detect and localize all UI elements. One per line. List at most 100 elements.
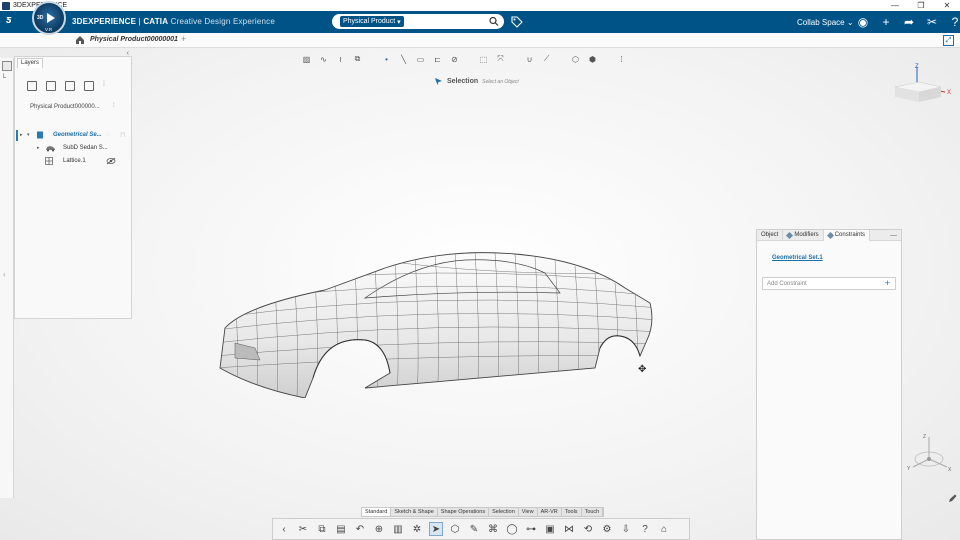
- geometry-link[interactable]: Geometrical Set.1: [772, 255, 823, 261]
- add-constraint-field[interactable]: Add Constraint +: [762, 277, 896, 290]
- visibility-icon[interactable]: ◌: [106, 131, 116, 139]
- tab-shape-operations[interactable]: Shape Operations: [438, 508, 490, 516]
- os-title-bar: 3DEXPERIENCE — ❐ ✕: [0, 0, 960, 11]
- settings-icon[interactable]: ⚙: [600, 522, 614, 536]
- select-box-icon[interactable]: ⬚: [477, 53, 490, 65]
- pen-icon[interactable]: [948, 494, 957, 503]
- home-icon[interactable]: [75, 35, 85, 45]
- tab-constraints[interactable]: Constraints: [823, 229, 871, 241]
- tab-selection[interactable]: Selection: [489, 508, 519, 516]
- cube-icon[interactable]: ⬡: [448, 522, 462, 536]
- search-context-tag[interactable]: Physical Product ▾: [340, 16, 404, 27]
- share-icon[interactable]: ➦: [902, 15, 916, 29]
- point-icon[interactable]: •: [380, 53, 393, 65]
- subd-sedan-model[interactable]: [215, 248, 660, 398]
- new-layer-icon[interactable]: [27, 81, 37, 91]
- view-mode-icon[interactable]: ⬡: [569, 53, 582, 65]
- measure-icon[interactable]: ⟋: [540, 53, 553, 65]
- transform-icon[interactable]: ⤧: [494, 53, 507, 65]
- paste-icon[interactable]: ▤: [334, 522, 348, 536]
- tab-touch[interactable]: Touch: [582, 508, 604, 516]
- add-icon[interactable]: +: [879, 15, 893, 29]
- view-cube-icon[interactable]: Z X: [893, 62, 953, 104]
- tree-item-geometrical-set[interactable]: ▸ ▾ Geometrical Se... ◌ ⊓: [15, 130, 131, 141]
- undo-icon[interactable]: ↶: [353, 522, 367, 536]
- product-name[interactable]: Physical Product000000...: [30, 104, 100, 110]
- layers-header: Layers: [15, 57, 131, 68]
- curve-icon[interactable]: ∿: [317, 53, 330, 65]
- chevron-left-icon[interactable]: ‹: [277, 522, 291, 536]
- folder-icon[interactable]: [46, 81, 56, 91]
- expand-arrow-icon[interactable]: ‹: [3, 270, 6, 279]
- collapse-arrow-icon[interactable]: ▾: [27, 132, 30, 138]
- user-icon[interactable]: ◉: [856, 15, 870, 29]
- gear-icon[interactable]: ✲: [410, 522, 424, 536]
- spline-icon[interactable]: ≀: [334, 53, 347, 65]
- snap-icon[interactable]: ⊘: [448, 53, 461, 65]
- tab-layers[interactable]: Layers: [17, 57, 44, 68]
- maximize-button[interactable]: ❐: [908, 0, 934, 11]
- zoom-icon[interactable]: ⊕: [372, 522, 386, 536]
- expand-icon[interactable]: ▸: [20, 132, 23, 138]
- link-icon[interactable]: ⧉: [351, 53, 364, 65]
- tag-icon[interactable]: [511, 16, 523, 28]
- tree-item-lattice[interactable]: Lattice.1: [15, 156, 131, 167]
- hide-icon[interactable]: [106, 157, 116, 165]
- tab-ar-vr[interactable]: AR-VR: [538, 508, 562, 516]
- compass-icon[interactable]: 3D V.R: [32, 1, 66, 35]
- tab-tools[interactable]: Tools: [562, 508, 582, 516]
- close-button[interactable]: ✕: [934, 0, 960, 11]
- axis-triad-icon[interactable]: Z Y X: [905, 431, 955, 479]
- expand-icon[interactable]: ▸: [37, 145, 40, 151]
- tab-view[interactable]: View: [519, 508, 538, 516]
- 3d-viewport[interactable]: L ‹ ‹ Layers ⁞ Physical Product000000...…: [0, 48, 960, 540]
- search-input[interactable]: [412, 16, 482, 27]
- tab-sketch-shape[interactable]: Sketch & Shape: [391, 508, 438, 516]
- fullscreen-icon[interactable]: ⤢: [943, 35, 954, 46]
- draw-icon[interactable]: ✎: [467, 522, 481, 536]
- add-tab-button[interactable]: +: [181, 34, 186, 44]
- car-icon[interactable]: ⊶: [524, 522, 538, 536]
- book-icon[interactable]: ▥: [391, 522, 405, 536]
- sync-icon[interactable]: [84, 81, 94, 91]
- add-icon[interactable]: +: [885, 278, 890, 288]
- help-icon[interactable]: ?: [948, 15, 960, 29]
- sketch-icon[interactable]: ▨: [300, 53, 313, 65]
- collab-space-dropdown[interactable]: Collab Space ⌄: [797, 18, 854, 27]
- delete-icon[interactable]: [65, 81, 75, 91]
- render-icon[interactable]: ⬢: [586, 53, 599, 65]
- polyline-icon[interactable]: ⊏: [431, 53, 444, 65]
- tab-modifiers[interactable]: Modifiers: [783, 229, 824, 241]
- rectangle-icon[interactable]: ▭: [414, 53, 427, 65]
- brush-icon[interactable]: ⌘: [486, 522, 500, 536]
- tools-icon[interactable]: ✂: [925, 15, 939, 29]
- tab-physical-product[interactable]: Physical Product00000001: [90, 36, 178, 43]
- download-icon[interactable]: ⇩: [619, 522, 633, 536]
- brand-app-name: CATIA: [143, 17, 169, 26]
- tree-item-subd-sedan[interactable]: ▸ SubD Sedan S...: [15, 143, 131, 154]
- more-icon[interactable]: ⁞: [615, 53, 628, 65]
- collapse-icon[interactable]: ‹: [127, 50, 129, 57]
- lock-icon[interactable]: ⊓: [120, 131, 130, 139]
- copy-icon[interactable]: ⧉: [315, 522, 329, 536]
- mirror-icon[interactable]: ⋈: [562, 522, 576, 536]
- ds-logo-icon[interactable]: ƽ: [6, 14, 11, 26]
- sphere-icon[interactable]: ◯: [505, 522, 519, 536]
- help-icon[interactable]: ?: [638, 522, 652, 536]
- magnet-icon[interactable]: ∪: [523, 53, 536, 65]
- panel-toggle-icon[interactable]: [2, 61, 12, 71]
- tab-standard[interactable]: Standard: [362, 508, 392, 516]
- tab-object[interactable]: Object: [757, 229, 784, 241]
- minimize-button[interactable]: —: [882, 0, 908, 11]
- home-icon[interactable]: ⌂: [657, 522, 671, 536]
- search-bar[interactable]: Physical Product ▾: [332, 14, 504, 29]
- minimize-icon[interactable]: —: [890, 232, 897, 239]
- cut-icon[interactable]: ✂: [296, 522, 310, 536]
- line-icon[interactable]: ╲: [397, 53, 410, 65]
- select-arrow-icon[interactable]: ➤: [429, 522, 443, 536]
- rotate-icon[interactable]: ⟲: [581, 522, 595, 536]
- search-icon[interactable]: [489, 16, 499, 27]
- box-icon[interactable]: ▣: [543, 522, 557, 536]
- more-icon[interactable]: ⁞: [103, 81, 113, 91]
- more-icon[interactable]: ⁞: [113, 103, 115, 109]
